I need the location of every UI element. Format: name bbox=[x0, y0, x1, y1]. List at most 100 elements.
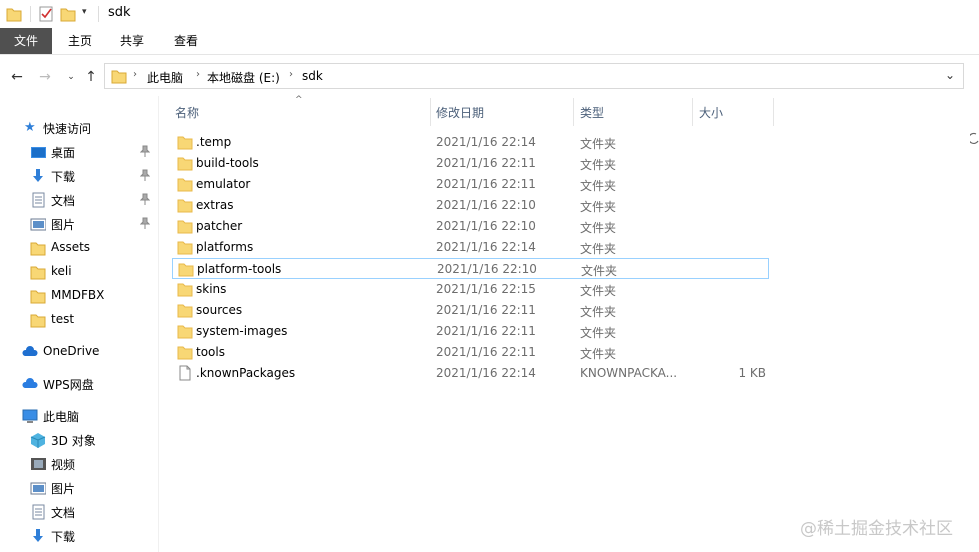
column-header-name[interactable]: 名称 bbox=[168, 98, 430, 126]
nav-label: keli bbox=[51, 264, 72, 278]
back-arrow-icon[interactable]: ← bbox=[8, 68, 26, 86]
file-row[interactable]: extras 2021/1/16 22:10 文件夹 bbox=[172, 195, 769, 216]
file-icon bbox=[179, 365, 191, 381]
column-header-type[interactable]: 类型 bbox=[574, 98, 692, 126]
file-row[interactable]: .knownPackages 2021/1/16 22:14 KNOWNPACKA.… bbox=[172, 363, 769, 384]
pin-icon bbox=[140, 217, 150, 229]
chevron-right-icon[interactable]: › bbox=[289, 69, 293, 80]
videos-icon bbox=[31, 458, 46, 470]
file-row[interactable]: patcher 2021/1/16 22:10 文件夹 bbox=[172, 216, 769, 237]
tab-view[interactable]: 查看 bbox=[164, 28, 208, 54]
nav-label: 下载 bbox=[51, 530, 76, 544]
properties-icon[interactable] bbox=[38, 6, 54, 22]
address-bar[interactable]: › 此电脑 › 本地磁盘 (E:) › sdk ⌄ bbox=[104, 63, 964, 89]
nav-item-mmdfbx[interactable]: MMDFBX bbox=[0, 284, 158, 308]
up-arrow-icon[interactable]: ↑ bbox=[82, 68, 100, 86]
nav-label: 图片 bbox=[51, 482, 76, 496]
nav-wps[interactable]: WPS网盘 bbox=[0, 372, 158, 396]
nav-item-desktop[interactable]: 桌面 bbox=[0, 140, 158, 164]
column-label: 大小 bbox=[699, 106, 724, 120]
file-size: 1 KB bbox=[738, 366, 766, 380]
folder-icon bbox=[177, 283, 193, 297]
file-row[interactable]: platform-tools 2021/1/16 22:10 文件夹 bbox=[172, 258, 769, 279]
breadcrumb-this-pc[interactable]: 此电脑 bbox=[147, 69, 183, 86]
nav-item-test[interactable]: test bbox=[0, 308, 158, 332]
folder-icon bbox=[177, 346, 193, 360]
column-header-date[interactable]: 修改日期 bbox=[431, 98, 573, 126]
folder-icon bbox=[30, 290, 46, 304]
nav-label: 此电脑 bbox=[43, 410, 80, 424]
pictures-icon bbox=[30, 218, 46, 231]
nav-label: 视频 bbox=[51, 458, 76, 472]
pin-icon bbox=[140, 169, 150, 181]
pane-splitter[interactable] bbox=[158, 96, 159, 552]
file-row[interactable]: platforms 2021/1/16 22:14 文件夹 bbox=[172, 237, 769, 258]
nav-item-assets[interactable]: Assets bbox=[0, 236, 158, 260]
file-date: 2021/1/16 22:15 bbox=[436, 282, 536, 296]
refresh-icon[interactable] bbox=[968, 124, 979, 154]
folder-icon bbox=[177, 157, 193, 171]
folder-icon bbox=[177, 325, 193, 339]
pin-icon bbox=[140, 145, 150, 157]
file-row[interactable]: build-tools 2021/1/16 22:11 文件夹 bbox=[172, 153, 769, 174]
nav-onedrive[interactable]: OneDrive bbox=[0, 340, 158, 364]
download-icon bbox=[33, 169, 43, 182]
chevron-down-icon[interactable]: ▾ bbox=[82, 7, 87, 17]
file-name: sources bbox=[196, 303, 243, 317]
file-name: extras bbox=[196, 198, 234, 212]
chevron-right-icon[interactable]: › bbox=[133, 69, 137, 80]
folder-icon bbox=[177, 178, 193, 192]
file-name: .temp bbox=[196, 135, 232, 149]
tab-home[interactable]: 主页 bbox=[58, 28, 102, 54]
file-row[interactable]: tools 2021/1/16 22:11 文件夹 bbox=[172, 342, 769, 363]
documents-icon bbox=[32, 192, 45, 208]
folder-icon bbox=[30, 314, 46, 328]
file-type: 文件夹 bbox=[580, 158, 617, 172]
folder-icon bbox=[177, 136, 193, 150]
address-row: ← → ⌄ ↑ › 此电脑 › 本地磁盘 (E:) › sdk ⌄ bbox=[0, 62, 979, 145]
file-name: system-images bbox=[196, 324, 288, 338]
nav-item-pictures[interactable]: 图片 bbox=[0, 212, 158, 236]
nav-item-downloads[interactable]: 下载 bbox=[0, 164, 158, 188]
nav-item-videos[interactable]: 视频 bbox=[0, 452, 158, 476]
file-type: 文件夹 bbox=[580, 179, 617, 193]
nav-item-documents[interactable]: 文档 bbox=[0, 188, 158, 212]
nav-this-pc[interactable]: 此电脑 bbox=[0, 404, 158, 428]
breadcrumb-sdk[interactable]: sdk bbox=[302, 69, 323, 83]
file-row[interactable]: sources 2021/1/16 22:11 文件夹 bbox=[172, 300, 769, 321]
chevron-down-icon[interactable]: ⌄ bbox=[945, 68, 955, 82]
new-folder-icon[interactable] bbox=[60, 6, 76, 22]
nav-label: 3D 对象 bbox=[51, 434, 96, 448]
folder-icon bbox=[111, 70, 127, 84]
nav-item-pictures-pc[interactable]: 图片 bbox=[0, 476, 158, 500]
file-row[interactable]: emulator 2021/1/16 22:11 文件夹 bbox=[172, 174, 769, 195]
file-type: KNOWNPACKA... bbox=[580, 366, 678, 380]
nav-item-downloads-pc[interactable]: 下载 bbox=[0, 524, 158, 548]
file-date: 2021/1/16 22:11 bbox=[436, 345, 536, 359]
column-header-size[interactable]: 大小 bbox=[693, 98, 773, 126]
file-type: 文件夹 bbox=[580, 326, 617, 340]
nav-label: test bbox=[51, 312, 75, 326]
nav-item-documents-pc[interactable]: 文档 bbox=[0, 500, 158, 524]
file-row[interactable]: system-images 2021/1/16 22:11 文件夹 bbox=[172, 321, 769, 342]
file-type: 文件夹 bbox=[580, 347, 617, 361]
documents-icon bbox=[32, 504, 45, 520]
file-name: skins bbox=[196, 282, 227, 296]
chevron-right-icon[interactable]: › bbox=[196, 69, 200, 80]
folder-icon bbox=[177, 199, 193, 213]
file-type: 文件夹 bbox=[580, 305, 617, 319]
file-row[interactable]: skins 2021/1/16 22:15 文件夹 bbox=[172, 279, 769, 300]
column-divider[interactable] bbox=[773, 98, 774, 126]
breadcrumb-local-disk[interactable]: 本地磁盘 (E:) bbox=[207, 69, 280, 86]
file-date: 2021/1/16 22:14 bbox=[436, 366, 536, 380]
forward-arrow-icon[interactable]: → bbox=[36, 68, 54, 86]
file-row[interactable]: .temp 2021/1/16 22:14 文件夹 bbox=[172, 132, 769, 153]
tab-share[interactable]: 共享 bbox=[110, 28, 154, 54]
recent-dropdown-icon[interactable]: ⌄ bbox=[62, 68, 80, 86]
nav-item-3d-objects[interactable]: 3D 对象 bbox=[0, 428, 158, 452]
tab-file[interactable]: 文件 bbox=[0, 28, 52, 54]
nav-quick-access[interactable]: ★ 快速访问 bbox=[0, 116, 158, 140]
nav-item-keli[interactable]: keli bbox=[0, 260, 158, 284]
file-date: 2021/1/16 22:14 bbox=[436, 240, 536, 254]
folder-icon bbox=[30, 242, 46, 256]
